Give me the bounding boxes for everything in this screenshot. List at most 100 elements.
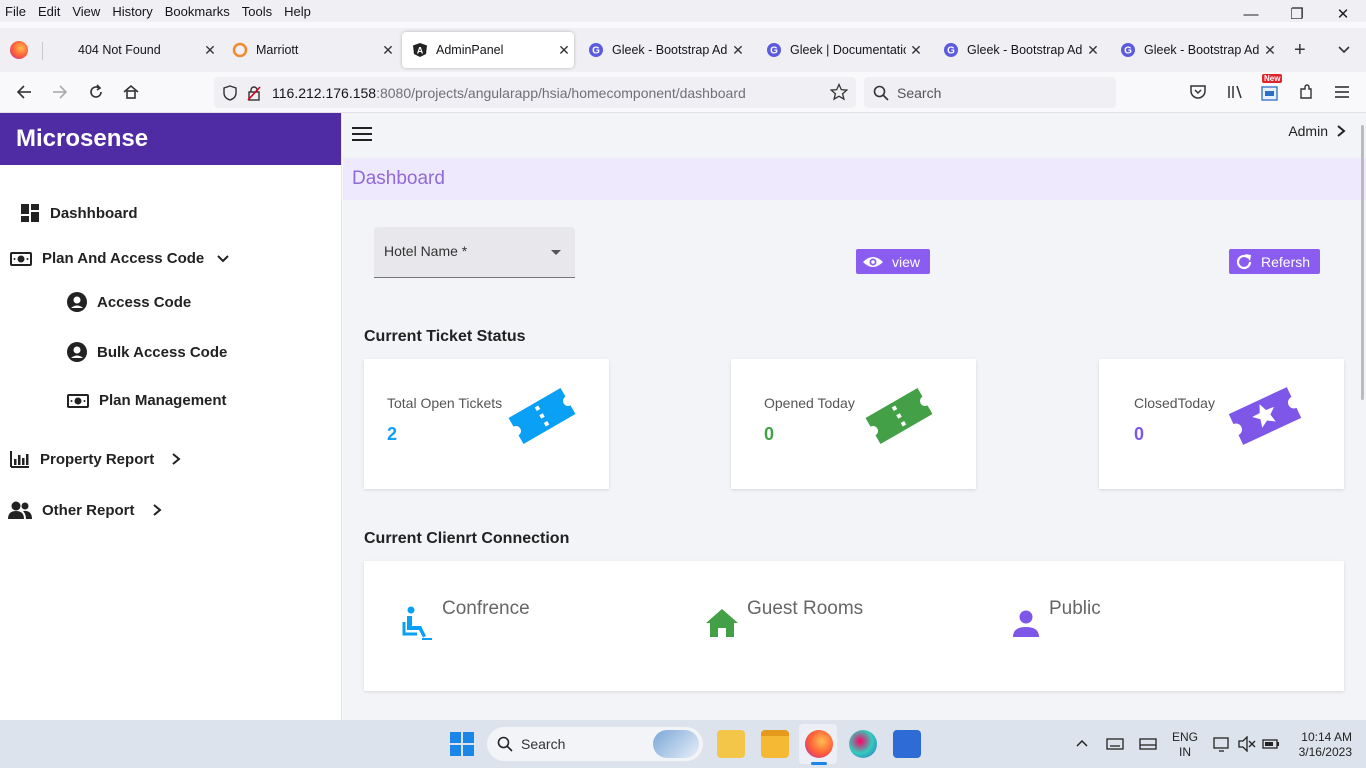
- restore-icon[interactable]: ❐: [1274, 0, 1320, 28]
- tab-label: Gleek - Bootstrap Adm: [1144, 43, 1260, 57]
- hotel-name-label: Hotel Name *: [384, 243, 468, 259]
- menu-view[interactable]: View: [66, 4, 106, 19]
- svg-text:G: G: [947, 46, 955, 57]
- keyboard-icon[interactable]: [1106, 737, 1124, 754]
- tab-404[interactable]: 404 Not Found ✕: [44, 32, 220, 68]
- ticket-status-heading: Current Ticket Status: [364, 328, 526, 345]
- shield-icon[interactable]: [222, 84, 238, 101]
- extensions-icon[interactable]: [1294, 80, 1318, 104]
- paint-app-icon[interactable]: [849, 730, 877, 758]
- sidebar-item-access-code[interactable]: Access Code: [67, 292, 191, 312]
- sidebar-item-dashboard[interactable]: Dashhboard: [20, 203, 138, 223]
- hotel-name-select[interactable]: Hotel Name *: [374, 227, 575, 278]
- svg-text:A: A: [417, 46, 424, 56]
- menu-file[interactable]: File: [0, 4, 32, 19]
- network-icon[interactable]: [1213, 736, 1231, 755]
- firefox-icon[interactable]: [10, 41, 28, 59]
- library-icon[interactable]: [1223, 80, 1247, 104]
- tab-gleek-3[interactable]: G Gleek - Bootstrap Adm ✕: [1110, 32, 1280, 68]
- back-icon[interactable]: [12, 80, 36, 104]
- tab-gleek-1[interactable]: G Gleek - Bootstrap Adm ✕: [578, 32, 748, 68]
- sidebar-item-plan-management[interactable]: Plan Management: [67, 392, 227, 409]
- battery-icon[interactable]: [1262, 736, 1280, 755]
- active-indicator: [811, 762, 827, 765]
- volume-muted-icon[interactable]: [1238, 735, 1256, 755]
- sidebar-item-label: Access Code: [97, 293, 192, 311]
- account-icon[interactable]: New: [1258, 74, 1283, 104]
- admin-menu[interactable]: Admin: [1288, 123, 1346, 139]
- close-icon[interactable]: ✕: [554, 42, 574, 59]
- sidebar-item-label: Property Report: [40, 450, 155, 468]
- chevron-up-icon[interactable]: [1075, 736, 1089, 753]
- home-nav-icon[interactable]: [119, 80, 143, 104]
- region-label: IN: [1179, 745, 1191, 759]
- svg-text:G: G: [1124, 46, 1132, 57]
- hamburger-menu-icon[interactable]: [352, 127, 372, 143]
- card-value: 0: [764, 424, 775, 444]
- forward-icon[interactable]: [48, 80, 72, 104]
- tab-label: Marriott: [256, 43, 299, 57]
- tab-separator: [42, 42, 43, 60]
- menu-edit[interactable]: Edit: [32, 4, 66, 19]
- brand-logo[interactable]: Microsense: [0, 113, 341, 165]
- search-icon: [873, 85, 889, 101]
- connection-label: Guest Rooms: [747, 598, 864, 619]
- tab-marriott[interactable]: Marriott ✕: [222, 32, 398, 68]
- close-icon[interactable]: ✕: [906, 42, 926, 59]
- close-icon[interactable]: ✕: [378, 42, 398, 59]
- sidebar-item-label: Bulk Access Code: [97, 343, 228, 361]
- menu-help[interactable]: Help: [278, 4, 317, 19]
- vpn-app-icon[interactable]: [893, 730, 921, 758]
- closed-today-card: ClosedToday 0: [1099, 359, 1344, 489]
- refresh-button[interactable]: Refersh: [1229, 249, 1321, 274]
- tab-gleek-2[interactable]: G Gleek - Bootstrap Adm ✕: [933, 32, 1103, 68]
- gleek-icon: G: [1120, 42, 1136, 58]
- display-icon[interactable]: [1139, 737, 1157, 754]
- url-bar[interactable]: 116.212.176.158:8080/projects/angularapp…: [214, 77, 856, 108]
- scrollbar[interactable]: [1361, 125, 1364, 400]
- language-indicator[interactable]: ENG IN: [1172, 730, 1198, 760]
- sidebar-item-label: Other Report: [42, 501, 135, 519]
- gleek-icon: G: [943, 42, 959, 58]
- outlook-app-icon[interactable]: [717, 730, 745, 758]
- sidebar: Microsense Dashhboard Plan And Access Co…: [0, 113, 342, 720]
- bookmark-star-icon[interactable]: [829, 82, 849, 104]
- star-ticket-icon: [1227, 379, 1303, 458]
- clock[interactable]: 10:14 AM 3/16/2023: [1292, 730, 1352, 760]
- sidebar-item-other-report[interactable]: Other Report: [8, 500, 163, 520]
- taskbar-search[interactable]: Search: [487, 727, 703, 761]
- account-circle-icon: [67, 292, 87, 312]
- tab-adminpanel[interactable]: A AdminPanel ✕: [402, 32, 574, 68]
- close-icon[interactable]: ✕: [200, 42, 220, 59]
- view-button[interactable]: view: [856, 249, 931, 274]
- sidebar-item-plan-access[interactable]: Plan And Access Code: [10, 250, 230, 267]
- time-label: 10:14 AM: [1301, 730, 1352, 744]
- new-tab-icon[interactable]: +: [1294, 39, 1306, 62]
- menu-tools[interactable]: Tools: [236, 4, 278, 19]
- taskbar: Search ENG IN 10:14 AM 3/16/2023: [0, 720, 1366, 768]
- chevron-right-icon: [1336, 124, 1346, 138]
- svg-text:G: G: [770, 46, 778, 57]
- firefox-taskbar-icon[interactable]: [805, 730, 833, 758]
- tab-gleek-docs[interactable]: G Gleek | Documentation ✕: [756, 32, 926, 68]
- search-input[interactable]: Search: [864, 77, 1116, 108]
- app-menu-icon[interactable]: [1330, 80, 1354, 104]
- file-explorer-icon[interactable]: [761, 730, 789, 758]
- svg-text:G: G: [592, 46, 600, 57]
- sidebar-item-property-report[interactable]: Property Report: [10, 450, 182, 468]
- sidebar-item-bulk-access-code[interactable]: Bulk Access Code: [67, 342, 227, 362]
- pocket-icon[interactable]: [1186, 80, 1210, 104]
- windows-start-icon[interactable]: [450, 732, 474, 761]
- close-icon[interactable]: ✕: [1260, 42, 1280, 59]
- opened-today-card: Opened Today 0: [731, 359, 976, 489]
- minimize-icon[interactable]: —: [1228, 0, 1274, 28]
- window-controls: — ❐ ✕: [1228, 0, 1366, 28]
- close-icon[interactable]: ✕: [728, 42, 748, 59]
- reload-icon[interactable]: [84, 80, 108, 104]
- close-icon[interactable]: ✕: [1083, 42, 1103, 59]
- menu-bookmarks[interactable]: Bookmarks: [159, 4, 236, 19]
- list-tabs-icon[interactable]: [1336, 41, 1352, 62]
- menu-history[interactable]: History: [106, 4, 158, 19]
- close-window-icon[interactable]: ✕: [1320, 0, 1366, 28]
- insecure-lock-icon[interactable]: [246, 85, 262, 101]
